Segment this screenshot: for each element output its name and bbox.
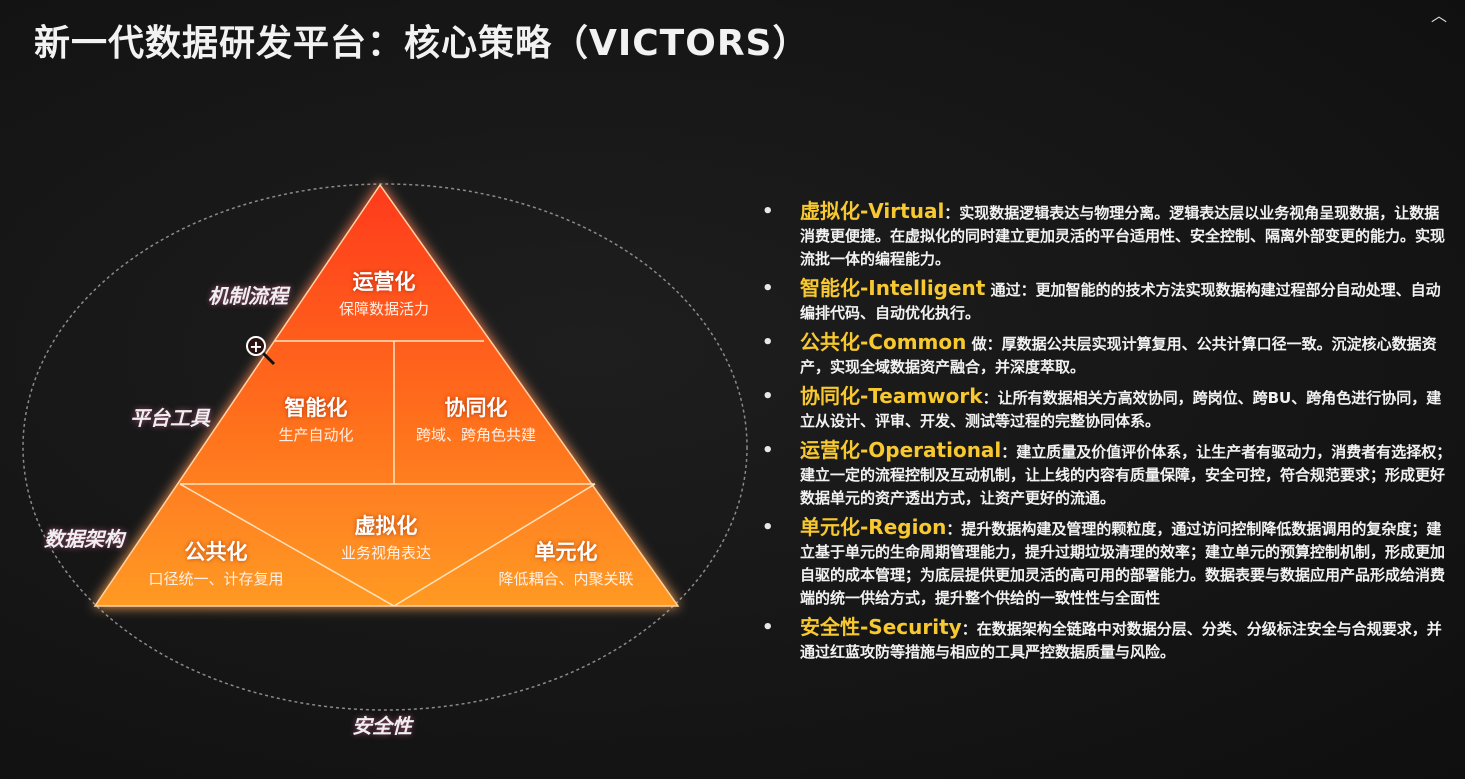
segment-subtitle: 跨域、跨角色共建 xyxy=(415,426,536,444)
bullet-icon: • xyxy=(762,517,774,538)
bullet-icon: • xyxy=(762,278,774,299)
segment-mid-right: 协同化 跨域、跨角色共建 xyxy=(356,392,596,445)
segment-top: 运营化 保障数据活力 xyxy=(264,266,504,319)
bullet-icon: • xyxy=(762,332,774,353)
list-item: • 运营化-Operational：建立质量及价值评价体系，让生产者有驱动力，消费… xyxy=(762,439,1452,510)
item-term: 安全性-Security xyxy=(800,615,962,639)
segment-title: 运营化 xyxy=(352,270,416,294)
segment-subtitle: 保障数据活力 xyxy=(338,300,429,318)
strategy-list: • 虚拟化-Virtual：实现数据逻辑表达与物理分离。逻辑表达层以业务视角呈现数… xyxy=(762,200,1452,670)
item-term: 运营化-Operational xyxy=(800,438,1002,462)
list-item: • 公共化-Common 做：厚数据公共层实现计算复用、公共计算口径一致。沉淀核心… xyxy=(762,331,1452,379)
segment-title: 单元化 xyxy=(534,540,598,564)
item-term: 协同化-Teamwork xyxy=(800,384,983,408)
bullet-icon: • xyxy=(762,440,774,461)
item-term: 公共化-Common xyxy=(800,330,967,354)
bullet-icon: • xyxy=(762,386,774,407)
list-item: • 智能化-Intelligent 通过：更加智能的的技术方法实现数据构建过程部分… xyxy=(762,277,1452,325)
list-item: • 虚拟化-Virtual：实现数据逻辑表达与物理分离。逻辑表达层以业务视角呈现数… xyxy=(762,200,1452,271)
segment-subtitle: 口径统一、计存复用 xyxy=(148,570,284,588)
segment-bottom-right: 单元化 降低耦合、内聚关联 xyxy=(446,536,686,589)
list-item: • 单元化-Region：提升数据构建及管理的颗粒度，通过访问控制降低数据调用的复… xyxy=(762,516,1452,610)
security-label: 安全性 xyxy=(352,714,412,738)
item-term: 虚拟化-Virtual xyxy=(800,199,945,223)
bullet-icon: • xyxy=(762,617,774,638)
item-term: 智能化-Intelligent xyxy=(800,276,986,300)
list-item: • 协同化-Teamwork：让所有数据相关方高效协同，跨岗位、跨BU、跨角色进行… xyxy=(762,385,1452,433)
segment-title: 协同化 xyxy=(444,396,508,420)
bullet-icon: • xyxy=(762,201,774,222)
item-term: 单元化-Region xyxy=(800,515,947,539)
list-item: • 安全性-Security：在数据架构全链路中对数据分层、分类、分级标注安全与合… xyxy=(762,616,1452,664)
plus-icon[interactable]: + xyxy=(246,336,266,356)
segment-subtitle: 降低耦合、内聚关联 xyxy=(498,570,634,588)
